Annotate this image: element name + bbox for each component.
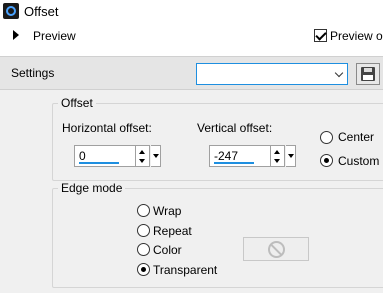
edge-mode-group bbox=[52, 188, 383, 288]
input-focus-underline bbox=[79, 162, 119, 164]
input-focus-underline bbox=[214, 162, 254, 164]
app-logo-icon bbox=[3, 3, 19, 19]
offset-group-title: Offset bbox=[58, 96, 96, 110]
arrow-up-icon[interactable] bbox=[274, 150, 280, 154]
arrow-down-icon[interactable] bbox=[139, 159, 145, 163]
no-color-icon bbox=[268, 241, 285, 258]
preview-row: Preview Preview on bbox=[0, 24, 383, 56]
horizontal-offset-stepper[interactable] bbox=[136, 145, 150, 167]
floppy-disk-icon bbox=[361, 67, 375, 81]
settings-combobox[interactable] bbox=[196, 63, 348, 85]
preview-on-checkbox[interactable] bbox=[314, 29, 327, 42]
vertical-offset-dropdown[interactable] bbox=[286, 145, 296, 167]
save-preset-button[interactable] bbox=[356, 63, 380, 85]
edge-color-button bbox=[243, 237, 309, 261]
vertical-offset-value: -247 bbox=[214, 149, 239, 163]
horizontal-offset-input[interactable]: 0 bbox=[74, 145, 136, 167]
center-radio-label[interactable]: Center bbox=[338, 130, 374, 144]
edge-mode-group-title: Edge mode bbox=[58, 181, 126, 195]
repeat-radio[interactable] bbox=[137, 224, 150, 237]
center-radio[interactable] bbox=[320, 131, 333, 144]
horizontal-offset-dropdown[interactable] bbox=[151, 145, 161, 167]
vertical-offset-label: Vertical offset: bbox=[197, 121, 273, 135]
title-bar: Offset bbox=[0, 0, 383, 24]
transparent-radio[interactable] bbox=[137, 263, 150, 276]
vertical-offset-stepper[interactable] bbox=[271, 145, 285, 167]
color-radio[interactable] bbox=[137, 243, 150, 256]
custom-radio-label[interactable]: Custom bbox=[338, 154, 379, 168]
wrap-radio-label[interactable]: Wrap bbox=[153, 204, 181, 218]
arrow-down-icon[interactable] bbox=[274, 159, 280, 163]
vertical-offset-spinner[interactable]: -247 bbox=[209, 145, 297, 167]
custom-radio[interactable] bbox=[320, 154, 333, 167]
repeat-radio-label[interactable]: Repeat bbox=[153, 224, 192, 238]
preview-expander-label[interactable]: Preview bbox=[33, 29, 76, 43]
wrap-radio[interactable] bbox=[137, 204, 150, 217]
settings-bar: Settings bbox=[0, 56, 383, 90]
transparent-radio-label[interactable]: Transparent bbox=[153, 263, 217, 277]
color-radio-label[interactable]: Color bbox=[153, 243, 182, 257]
window-title: Offset bbox=[24, 4, 59, 19]
horizontal-offset-value: 0 bbox=[79, 149, 86, 163]
chevron-down-icon[interactable] bbox=[331, 64, 347, 84]
horizontal-offset-label: Horizontal offset: bbox=[62, 121, 152, 135]
preview-on-label[interactable]: Preview on bbox=[330, 29, 383, 43]
arrow-up-icon[interactable] bbox=[139, 150, 145, 154]
settings-label: Settings bbox=[11, 66, 55, 80]
horizontal-offset-spinner[interactable]: 0 bbox=[74, 145, 162, 167]
offset-group bbox=[52, 103, 383, 181]
triangle-right-icon[interactable] bbox=[13, 30, 19, 40]
vertical-offset-input[interactable]: -247 bbox=[209, 145, 271, 167]
